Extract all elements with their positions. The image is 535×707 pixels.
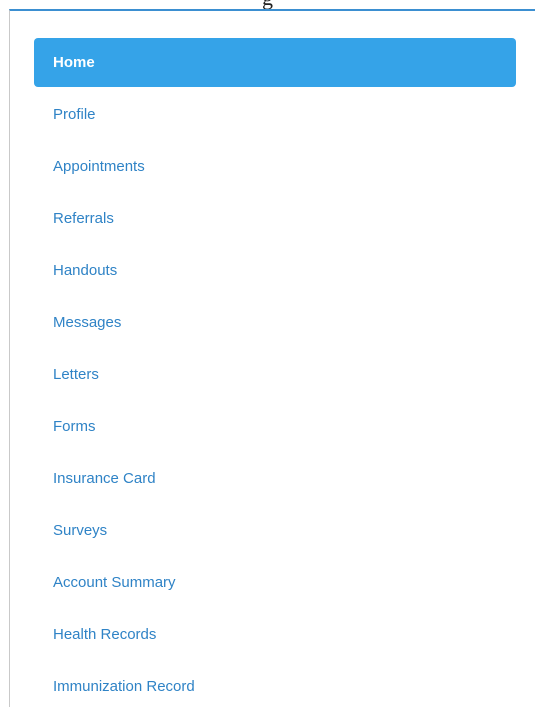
sidebar-item-appointments[interactable]: Appointments: [34, 142, 516, 194]
sidebar-item-forms[interactable]: Forms: [34, 402, 516, 454]
sidebar-panel: Home Profile Appointments Referrals Hand…: [9, 9, 535, 707]
sidebar-item-insurance-card[interactable]: Insurance Card: [34, 454, 516, 506]
sidebar-item-account-summary[interactable]: Account Summary: [34, 558, 516, 610]
sidebar-item-profile[interactable]: Profile: [34, 90, 516, 142]
sidebar-item-health-records[interactable]: Health Records: [34, 610, 516, 662]
sidebar-item-handouts[interactable]: Handouts: [34, 246, 516, 298]
sidebar-item-messages[interactable]: Messages: [34, 298, 516, 350]
sidebar-item-referrals[interactable]: Referrals: [34, 194, 516, 246]
sidebar-nav: Home Profile Appointments Referrals Hand…: [34, 38, 516, 707]
cropped-heading-text: g: [0, 0, 535, 9]
sidebar-item-home[interactable]: Home: [34, 38, 516, 87]
sidebar-item-immunization-record[interactable]: Immunization Record: [34, 662, 516, 707]
screenshot-frame: g Home Profile Appointments Referrals Ha…: [0, 0, 535, 707]
sidebar-item-letters[interactable]: Letters: [34, 350, 516, 402]
sidebar-item-surveys[interactable]: Surveys: [34, 506, 516, 558]
